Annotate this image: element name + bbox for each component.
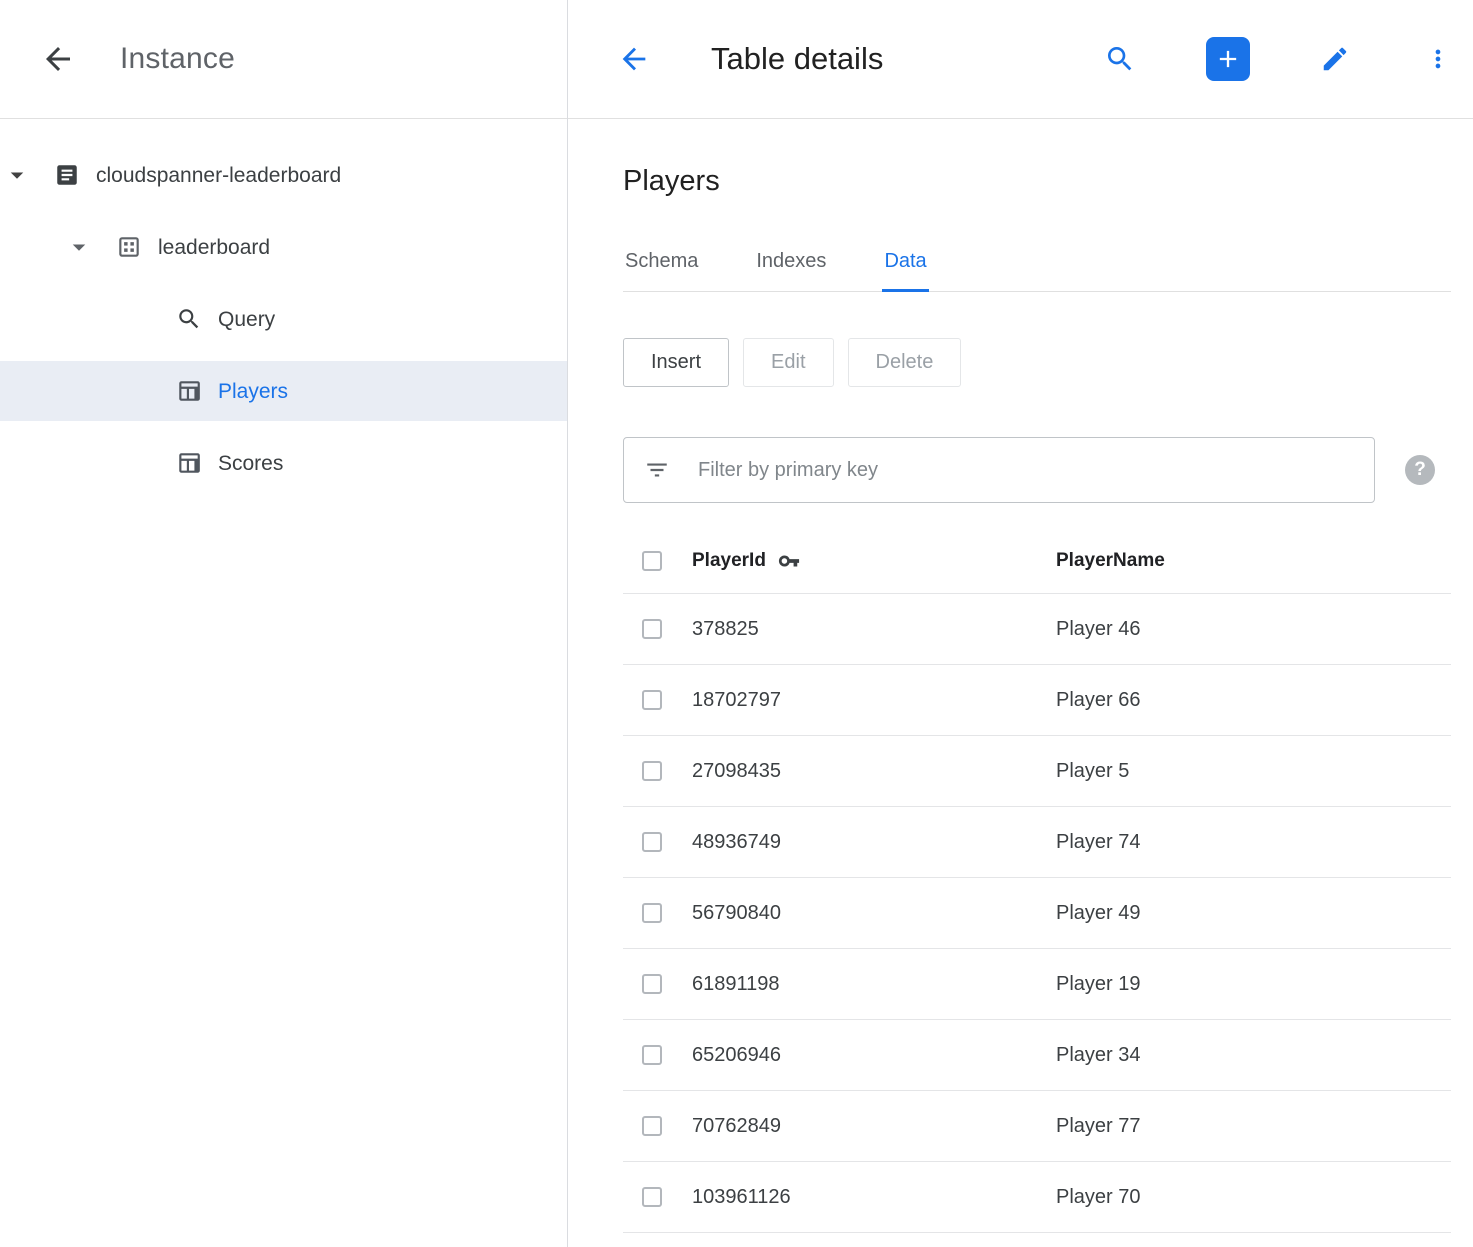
table-name-heading: Players — [623, 165, 1451, 198]
tree-item-database[interactable]: leaderboard — [0, 217, 567, 277]
player-name-cell: Player 5 — [1056, 760, 1451, 783]
column-header-playername: PlayerName — [1056, 550, 1451, 572]
tree-item-label: Players — [218, 381, 288, 402]
search-icon — [176, 306, 202, 332]
main-panel: Table details Players — [568, 0, 1473, 1247]
chevron-down-icon[interactable] — [2, 160, 32, 190]
row-checkbox[interactable] — [642, 619, 662, 639]
player-id-cell: 48936749 — [692, 831, 1056, 854]
header-actions — [1100, 37, 1464, 81]
player-id-cell: 18702797 — [692, 689, 1056, 712]
select-all-checkbox[interactable] — [642, 551, 662, 571]
table-icon — [176, 378, 202, 404]
row-checkbox[interactable] — [642, 903, 662, 923]
table-icon — [176, 450, 202, 476]
sidebar-header: Instance — [0, 0, 567, 119]
tree-item-scores[interactable]: Scores — [0, 433, 567, 493]
row-checkbox[interactable] — [642, 690, 662, 710]
more-vert-icon[interactable] — [1420, 41, 1456, 77]
page-title: Table details — [711, 41, 883, 77]
table-row[interactable]: 61891198 Player 19 — [623, 949, 1451, 1020]
filter-row: ? — [623, 437, 1451, 503]
player-id-cell: 27098435 — [692, 760, 1056, 783]
player-id-cell: 103961126 — [692, 1186, 1056, 1209]
tab-data[interactable]: Data — [882, 238, 928, 292]
instance-icon — [54, 162, 80, 188]
table-row[interactable]: 103961126 Player 70 — [623, 1162, 1451, 1233]
players-data-table: PlayerId PlayerName 378825 Player 46 187… — [623, 528, 1451, 1233]
tab-bar: Schema Indexes Data — [623, 238, 1451, 292]
row-checkbox[interactable] — [642, 832, 662, 852]
tab-indexes[interactable]: Indexes — [754, 238, 828, 292]
edit-icon[interactable] — [1316, 40, 1354, 78]
table-row[interactable]: 56790840 Player 49 — [623, 878, 1451, 949]
player-name-cell: Player 74 — [1056, 831, 1451, 854]
player-id-cell: 378825 — [692, 618, 1056, 641]
table-details-content: Players Schema Indexes Data Insert Edit … — [568, 119, 1473, 1247]
instance-tree: cloudspanner-leaderboard leaderboard — [0, 119, 567, 505]
tab-schema[interactable]: Schema — [623, 238, 700, 292]
player-name-cell: Player 66 — [1056, 689, 1451, 712]
player-name-cell: Player 34 — [1056, 1044, 1451, 1067]
player-id-cell: 70762849 — [692, 1115, 1056, 1138]
table-body: 378825 Player 46 18702797 Player 66 2709… — [623, 594, 1451, 1233]
table-row[interactable]: 378825 Player 46 — [623, 594, 1451, 665]
player-name-cell: Player 46 — [1056, 618, 1451, 641]
back-icon[interactable] — [613, 38, 655, 80]
tree-item-label: Scores — [218, 453, 283, 474]
table-header-row: PlayerId PlayerName — [623, 528, 1451, 594]
filter-input[interactable] — [698, 459, 1354, 482]
player-name-cell: Player 19 — [1056, 973, 1451, 996]
table-row[interactable]: 18702797 Player 66 — [623, 665, 1451, 736]
row-checkbox[interactable] — [642, 761, 662, 781]
plus-icon — [1214, 45, 1242, 73]
player-id-cell: 61891198 — [692, 973, 1056, 996]
player-name-cell: Player 77 — [1056, 1115, 1451, 1138]
insert-button[interactable]: Insert — [623, 338, 729, 387]
row-checkbox[interactable] — [642, 1187, 662, 1207]
tree-item-label: cloudspanner-leaderboard — [96, 165, 341, 186]
row-checkbox[interactable] — [642, 1045, 662, 1065]
edit-button[interactable]: Edit — [743, 338, 833, 387]
filter-list-icon — [644, 457, 670, 483]
key-icon — [778, 550, 800, 572]
column-header-playerid: PlayerId — [692, 550, 1056, 572]
delete-button[interactable]: Delete — [848, 338, 962, 387]
database-icon — [116, 234, 142, 260]
back-icon[interactable] — [36, 37, 80, 81]
player-name-cell: Player 49 — [1056, 902, 1451, 925]
tree-item-players[interactable]: Players — [0, 361, 567, 421]
row-checkbox[interactable] — [642, 1116, 662, 1136]
search-icon[interactable] — [1100, 39, 1140, 79]
help-icon[interactable]: ? — [1405, 455, 1435, 485]
chevron-down-icon[interactable] — [64, 232, 94, 262]
tree-item-query[interactable]: Query — [0, 289, 567, 349]
app-root: Instance cloudspanner-leaderboard — [0, 0, 1473, 1247]
table-details-header: Table details — [568, 0, 1473, 119]
sidebar: Instance cloudspanner-leaderboard — [0, 0, 568, 1247]
table-row[interactable]: 70762849 Player 77 — [623, 1091, 1451, 1162]
player-id-cell: 56790840 — [692, 902, 1056, 925]
table-row[interactable]: 27098435 Player 5 — [623, 736, 1451, 807]
tree-item-label: leaderboard — [158, 237, 270, 258]
row-checkbox[interactable] — [642, 974, 662, 994]
sidebar-title: Instance — [120, 42, 235, 76]
row-actions-toolbar: Insert Edit Delete — [623, 338, 1451, 387]
add-row-button[interactable] — [1206, 37, 1250, 81]
player-name-cell: Player 70 — [1056, 1186, 1451, 1209]
table-row[interactable]: 65206946 Player 34 — [623, 1020, 1451, 1091]
player-id-cell: 65206946 — [692, 1044, 1056, 1067]
table-row[interactable]: 48936749 Player 74 — [623, 807, 1451, 878]
tree-item-label: Query — [218, 309, 275, 330]
filter-box — [623, 437, 1375, 503]
tree-item-instance[interactable]: cloudspanner-leaderboard — [0, 145, 567, 205]
